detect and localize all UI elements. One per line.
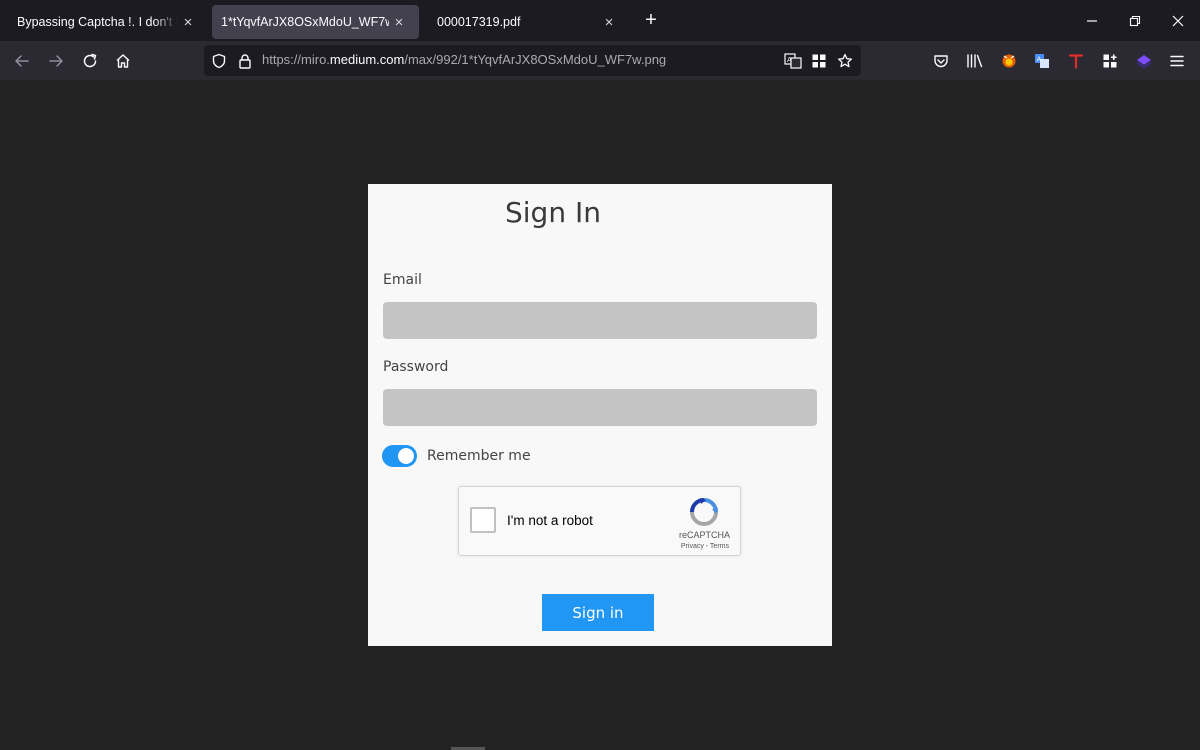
reload-icon xyxy=(83,53,97,68)
apps-extension-icon xyxy=(1103,54,1117,68)
password-label: Password xyxy=(383,359,449,375)
remember-me-toggle[interactable] xyxy=(382,445,417,467)
close-tab-icon[interactable]: × xyxy=(599,14,619,31)
extension-t-button[interactable] xyxy=(1061,46,1091,76)
recaptcha-links[interactable]: Privacy - Terms xyxy=(681,543,729,550)
reload-button[interactable] xyxy=(75,46,105,76)
recaptcha-widget: I'm not a robot reCAPTCHA Privacy - Term… xyxy=(458,486,741,556)
page-title: Sign In xyxy=(505,196,601,229)
recaptcha-checkbox[interactable] xyxy=(470,507,496,533)
fox-extension-icon xyxy=(1002,54,1016,68)
close-tab-icon[interactable]: × xyxy=(389,14,409,31)
toggle-knob xyxy=(398,448,414,464)
close-tab-icon[interactable]: × xyxy=(178,14,198,31)
shield-icon xyxy=(212,53,226,69)
email-field[interactable] xyxy=(383,302,817,339)
url-domain: medium.com xyxy=(329,52,405,67)
home-button[interactable] xyxy=(108,46,138,76)
recaptcha-text: I'm not a robot xyxy=(507,513,593,528)
restore-icon xyxy=(1129,15,1141,26)
tab-title: 1*tYqvfArJX8OSxMdoU_WF7w.png xyxy=(221,15,389,29)
recaptcha-logo-icon xyxy=(690,498,718,526)
new-tab-button[interactable]: + xyxy=(637,7,665,35)
star-icon xyxy=(837,53,853,68)
tab-bypassing-captcha[interactable]: Bypassing Captcha !. I don't really know… xyxy=(0,5,208,39)
url-text[interactable]: https://miro.medium.com/max/992/1*tYqvfA… xyxy=(262,52,666,67)
library-button[interactable] xyxy=(960,46,990,76)
extension-translate-button[interactable]: A xyxy=(1027,46,1057,76)
grid-icon xyxy=(812,54,826,68)
minimize-icon xyxy=(1087,19,1097,22)
library-icon xyxy=(967,54,983,68)
url-path: /max/992/1*tYqvfArJX8OSxMdoU_WF7w.png xyxy=(404,52,667,67)
close-icon xyxy=(1172,15,1184,26)
svg-text:A: A xyxy=(787,56,792,64)
arrow-right-icon xyxy=(49,55,63,67)
tab-title: Bypassing Captcha !. I don't really know xyxy=(17,15,178,29)
extension-apps-button[interactable] xyxy=(1095,46,1125,76)
pocket-icon xyxy=(934,55,948,68)
restore-button[interactable] xyxy=(1113,0,1157,41)
bookmark-star-button[interactable] xyxy=(830,46,860,76)
svg-text:A: A xyxy=(1037,56,1042,64)
sign-in-button[interactable]: Sign in xyxy=(542,594,654,631)
site-info-button[interactable] xyxy=(230,46,260,76)
email-label: Email xyxy=(383,272,422,288)
url-prefix: https://miro. xyxy=(262,52,330,67)
minimize-button[interactable] xyxy=(1070,0,1114,41)
tab-strip: Bypassing Captcha !. I don't really know… xyxy=(0,0,1200,41)
t-extension-icon xyxy=(1068,54,1084,69)
arrow-left-icon xyxy=(15,55,29,67)
tab-title: 000017319.pdf xyxy=(437,15,521,29)
translate-icon: A xyxy=(784,53,802,69)
lock-icon xyxy=(239,54,251,69)
home-icon xyxy=(116,54,130,68)
password-field[interactable] xyxy=(383,389,817,426)
close-window-button[interactable] xyxy=(1156,0,1200,41)
hamburger-menu-icon xyxy=(1170,55,1184,67)
tab-image-png[interactable]: 1*tYqvfArJX8OSxMdoU_WF7w.png × xyxy=(212,5,419,39)
extension-fox-button[interactable] xyxy=(994,46,1024,76)
translate-extension-icon: A xyxy=(1035,54,1049,68)
purple-extension-icon xyxy=(1136,55,1152,69)
remember-me-label: Remember me xyxy=(427,448,531,464)
recaptcha-brand: reCAPTCHA xyxy=(678,530,730,540)
back-button[interactable] xyxy=(7,46,37,76)
extension-purple-button[interactable] xyxy=(1129,46,1159,76)
app-menu-button[interactable] xyxy=(1162,46,1192,76)
forward-button[interactable] xyxy=(41,46,71,76)
pocket-button[interactable] xyxy=(926,46,956,76)
tab-pdf[interactable]: 000017319.pdf × xyxy=(422,5,629,39)
